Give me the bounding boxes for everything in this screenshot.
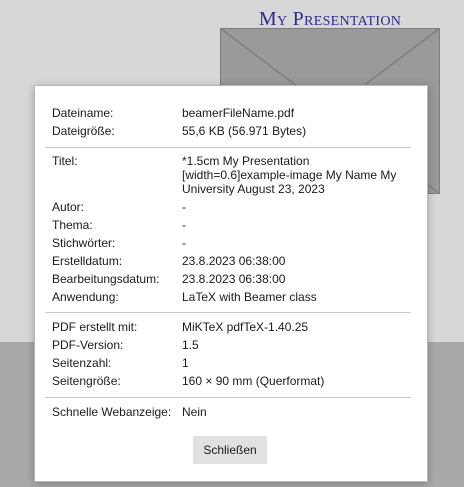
close-button[interactable]: Schließen — [193, 436, 267, 464]
property-value: MiKTeX pdfTeX-1.40.25 — [182, 320, 309, 334]
property-value: 23.8.2023 06:38:00 — [182, 254, 286, 268]
property-value: - — [182, 200, 186, 214]
file-info-section: Dateiname: beamerFileName.pdf Dateigröße… — [52, 104, 412, 140]
property-row-created: Erstelldatum: 23.8.2023 06:38:00 — [52, 252, 412, 270]
property-value: beamerFileName.pdf — [182, 106, 295, 120]
property-label: Schnelle Webanzeige: — [52, 405, 172, 419]
property-label: Dateiname: — [52, 106, 114, 120]
property-label: Thema: — [52, 218, 93, 232]
property-row-keywords: Stichwörter: - — [52, 234, 412, 252]
document-properties-dialog: Dateiname: beamerFileName.pdf Dateigröße… — [34, 85, 428, 482]
property-label: PDF-Version: — [52, 338, 124, 352]
property-row-application: Anwendung: LaTeX with Beamer class — [52, 288, 412, 306]
property-label: Autor: — [52, 200, 85, 214]
property-value: 1 — [182, 356, 189, 370]
metadata-section: Titel: *1.5cm My Presentation [width=0.6… — [52, 152, 412, 306]
property-label: Anwendung: — [52, 290, 119, 304]
property-value: 1.5 — [182, 338, 199, 352]
divider — [45, 147, 411, 148]
property-label: PDF erstellt mit: — [52, 320, 138, 334]
property-value: 23.8.2023 06:38:00 — [182, 272, 286, 286]
divider — [45, 312, 411, 313]
property-row-filename: Dateiname: beamerFileName.pdf — [52, 104, 412, 122]
property-row-subject: Thema: - — [52, 216, 412, 234]
property-row-pdf-version: PDF-Version: 1.5 — [52, 336, 412, 354]
property-row-filesize: Dateigröße: 55,6 KB (56.971 Bytes) — [52, 122, 412, 140]
property-row-author: Autor: - — [52, 198, 412, 216]
property-label: Bearbeitungsdatum: — [52, 272, 160, 286]
divider — [45, 397, 411, 398]
property-value: 160 × 90 mm (Querformat) — [182, 374, 325, 388]
property-row-page-count: Seitenzahl: 1 — [52, 354, 412, 372]
property-row-title: Titel: *1.5cm My Presentation [width=0.6… — [52, 152, 412, 198]
property-value: - — [182, 236, 186, 250]
property-row-fast-web-view: Schnelle Webanzeige: Nein — [52, 403, 412, 421]
property-label: Seitengröße: — [52, 374, 121, 388]
property-label: Erstelldatum: — [52, 254, 123, 268]
property-label: Dateigröße: — [52, 124, 115, 138]
property-label: Stichwörter: — [52, 236, 116, 250]
pdf-info-section: PDF erstellt mit: MiKTeX pdfTeX-1.40.25 … — [52, 318, 412, 390]
property-value: - — [182, 218, 186, 232]
property-row-producer: PDF erstellt mit: MiKTeX pdfTeX-1.40.25 — [52, 318, 412, 336]
web-view-section: Schnelle Webanzeige: Nein — [52, 403, 412, 421]
property-row-page-size: Seitengröße: 160 × 90 mm (Querformat) — [52, 372, 412, 390]
property-label: Seitenzahl: — [52, 356, 112, 370]
property-value: Nein — [182, 405, 207, 419]
property-label: Titel: — [52, 154, 78, 168]
property-value: *1.5cm My Presentation [width=0.6]exampl… — [182, 154, 397, 196]
property-value: 55,6 KB (56.971 Bytes) — [182, 124, 307, 138]
property-value: LaTeX with Beamer class — [182, 290, 317, 304]
property-row-modified: Bearbeitungsdatum: 23.8.2023 06:38:00 — [52, 270, 412, 288]
